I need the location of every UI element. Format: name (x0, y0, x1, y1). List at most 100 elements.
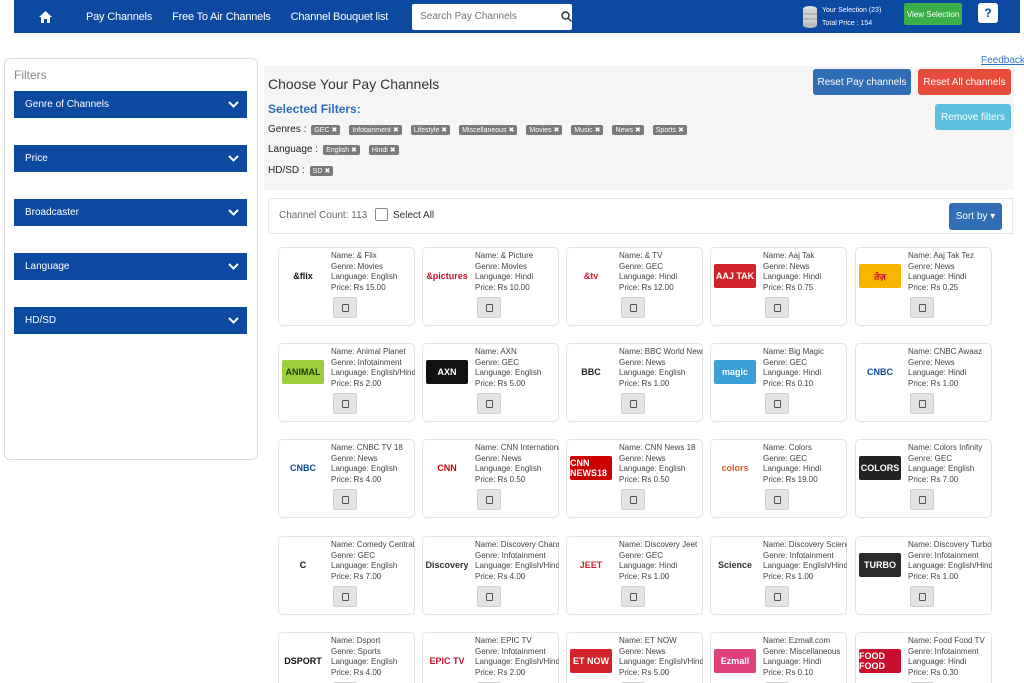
channel-card[interactable]: ANIMAL Name: Animal Planet Genre: Infotain… (278, 343, 415, 422)
filter-tag[interactable]: Music ✖ (571, 124, 604, 135)
filter-row-label: Language : (268, 144, 319, 155)
filter-broadcaster[interactable]: Broadcaster (14, 199, 247, 226)
select-channel-button[interactable] (621, 586, 645, 607)
select-channel-button[interactable] (621, 489, 645, 510)
filter-tag[interactable]: News ✖ (612, 124, 644, 135)
select-channel-button[interactable] (765, 393, 789, 414)
channel-card[interactable]: C Name: Comedy Central Genre: GEC Language:… (278, 536, 415, 615)
channel-card[interactable]: DSPORT Name: Dsport Genre: Sports Language:… (278, 632, 415, 683)
channel-card[interactable]: CNN Name: CNN International Genre: News Lan… (422, 439, 559, 518)
channel-card[interactable]: JEET Name: Discovery Jeet Genre: GEC Langua… (566, 536, 703, 615)
channel-price: Price: Rs 0.10 (763, 378, 814, 388)
channel-card[interactable]: तेज़ Name: Aaj Tak Tez Genre: News Language… (855, 247, 992, 326)
filter-tag[interactable]: Movies ✖ (526, 124, 563, 135)
filter-price[interactable]: Price (14, 145, 247, 172)
nav-pay-channels[interactable]: Pay Channels (76, 11, 162, 23)
select-channel-button[interactable] (765, 297, 789, 318)
select-channel-button[interactable] (333, 489, 357, 510)
sort-by-button[interactable]: Sort by ▾ (949, 203, 1002, 230)
channel-card[interactable]: &flix Name: & Flix Genre: Movies Language: … (278, 247, 415, 326)
channel-card[interactable]: colors Name: Colors Genre: GEC Language: Hi… (710, 439, 847, 518)
add-box-icon (341, 399, 349, 408)
channel-genre: Genre: GEC (619, 550, 664, 560)
filter-hdsd[interactable]: HD/SD (14, 307, 247, 334)
channel-card[interactable]: BBC Name: BBC World News Genre: News Langua… (566, 343, 703, 422)
channel-logo: C (282, 553, 324, 577)
channel-language: Language: Hindi (763, 368, 822, 377)
add-box-icon (629, 399, 637, 408)
channel-name: Name: Colors Infinity (908, 443, 983, 452)
channel-card[interactable]: Ezmall Name: Ezmall.com Genre: Miscellaneo… (710, 632, 847, 683)
filter-language[interactable]: Language (14, 253, 247, 280)
select-all-checkbox[interactable] (375, 208, 388, 221)
view-selection-button[interactable]: View Selection (904, 3, 962, 25)
filter-tag[interactable]: Lifestyle ✖ (410, 124, 451, 135)
filter-tag[interactable]: English ✖ (323, 144, 360, 155)
filter-row-hdsd: HD/SD : SD ✖ (268, 165, 342, 176)
select-channel-button[interactable] (333, 297, 357, 318)
filter-tag[interactable]: Infotainment ✖ (349, 124, 402, 135)
channel-info: Name: Aaj Tak Genre: News Language: Hindi P… (763, 251, 847, 293)
channel-card[interactable]: FOOD FOOD Name: Food Food TV Genre: Infota… (855, 632, 992, 683)
select-channel-button[interactable] (333, 586, 357, 607)
select-channel-button[interactable] (621, 297, 645, 318)
filter-genre[interactable]: Genre of Channels (14, 91, 247, 118)
select-channel-button[interactable] (765, 586, 789, 607)
filter-tag[interactable]: Sports ✖ (652, 124, 687, 135)
filter-row-language: Language : English ✖ Hindi ✖ (268, 144, 408, 155)
select-channel-button[interactable] (477, 393, 501, 414)
nav-channel-bouquet[interactable]: Channel Bouquet list (281, 11, 399, 23)
reset-all-channels-button[interactable]: Reset All channels (918, 69, 1011, 95)
chevron-down-icon (228, 209, 239, 216)
channel-info: Name: Ezmall.com Genre: Miscellaneous Lang… (763, 636, 847, 678)
filter-tag[interactable]: SD ✖ (309, 165, 334, 176)
select-channel-button[interactable] (910, 586, 934, 607)
reset-pay-channels-button[interactable]: Reset Pay channels (813, 69, 911, 95)
channel-price: Price: Rs 1.00 (619, 378, 670, 388)
select-channel-button[interactable] (910, 489, 934, 510)
channel-card[interactable]: &pictures Name: & Picture Genre: Movies Lan… (422, 247, 559, 326)
select-channel-button[interactable] (621, 393, 645, 414)
feedback-link[interactable]: Feedback (981, 55, 1024, 66)
channel-price: Price: Rs 1.00 (908, 571, 959, 581)
channel-card[interactable]: Discovery Name: Discovery Channel Genre: I… (422, 536, 559, 615)
channel-card[interactable]: CNN NEWS18 Name: CNN News 18 Genre: News La… (566, 439, 703, 518)
select-channel-button[interactable] (477, 489, 501, 510)
channel-card[interactable]: AXN Name: AXN Genre: GEC Language: English P… (422, 343, 559, 422)
channel-genre: Genre: GEC (763, 357, 808, 367)
channel-language: Language: English (475, 464, 542, 473)
channel-price: Price: Rs 15.00 (331, 282, 386, 292)
search-icon[interactable] (560, 11, 572, 22)
channel-card[interactable]: CNBC Name: CNBC Awaaz Genre: News Language:… (855, 343, 992, 422)
channel-info: Name: BBC World News Genre: News Language:… (619, 347, 703, 389)
nav-free-to-air[interactable]: Free To Air Channels (162, 11, 281, 23)
filter-tag[interactable]: Miscellaneous ✖ (459, 124, 518, 135)
home-icon[interactable] (14, 10, 76, 23)
channel-card[interactable]: &tv Name: & TV Genre: GEC Language: Hindi Pr… (566, 247, 703, 326)
filter-row-label: HD/SD : (268, 165, 305, 176)
channel-card[interactable]: COLORS Name: Colors Infinity Genre: GEC Lan… (855, 439, 992, 518)
channel-card[interactable]: CNBC Name: CNBC TV 18 Genre: News Language:… (278, 439, 415, 518)
filter-tag[interactable]: GEC ✖ (311, 124, 341, 135)
select-channel-button[interactable] (477, 586, 501, 607)
channel-card[interactable]: Science Name: Discovery Science Genre: Inf… (710, 536, 847, 615)
channel-card[interactable]: ET NOW Name: ET NOW Genre: News Language: E… (566, 632, 703, 683)
channel-name: Name: Discovery Channel (475, 540, 559, 549)
select-all-label[interactable]: Select All (393, 210, 434, 221)
search-input[interactable] (412, 3, 561, 30)
channel-card[interactable]: magic Name: Big Magic Genre: GEC Language: … (710, 343, 847, 422)
help-button[interactable]: ? (978, 3, 998, 23)
select-channel-button[interactable] (333, 393, 357, 414)
channel-card[interactable]: TURBO Name: Discovery Turbo Genre: Infotai… (855, 536, 992, 615)
channel-card[interactable]: EPIC TV Name: EPIC TV Genre: Infotainment L… (422, 632, 559, 683)
channel-info: Name: & Picture Genre: Movies Language: Hi… (475, 251, 559, 293)
remove-filters-button[interactable]: Remove filters (935, 104, 1011, 130)
select-channel-button[interactable] (910, 393, 934, 414)
select-channel-button[interactable] (910, 297, 934, 318)
select-channel-button[interactable] (477, 297, 501, 318)
channel-genre: Genre: News (475, 453, 522, 463)
channel-genre: Genre: Sports (331, 646, 381, 656)
filter-tag[interactable]: Hindi ✖ (368, 144, 399, 155)
channel-card[interactable]: AAJ TAK Name: Aaj Tak Genre: News Language:… (710, 247, 847, 326)
select-channel-button[interactable] (765, 489, 789, 510)
